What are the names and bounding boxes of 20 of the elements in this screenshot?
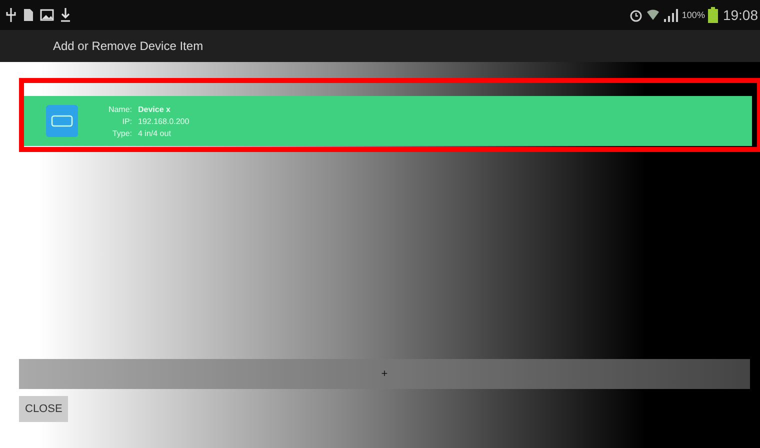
clock-time: 19:08 [722,7,758,23]
wifi-icon [646,8,660,22]
field-label: IP: [121,116,132,126]
signal-icon [662,8,679,22]
download-icon [60,8,71,22]
field-label: Name: [107,104,132,114]
battery-percent: 100% [682,10,705,20]
field-value: 192.168.0.200 [138,116,190,126]
field-value: 4 in/4 out [138,128,171,138]
close-button[interactable]: CLOSE [19,396,68,422]
field-value: Device x [138,104,170,114]
sd-card-icon [22,8,34,22]
image-icon [40,9,54,21]
dialog-title: Add or Remove Device Item [53,39,204,53]
battery-icon [708,7,718,23]
add-button[interactable]: + [19,359,750,389]
device-icon [46,105,78,137]
field-label: Type: [111,128,132,138]
usb-icon [6,8,16,22]
alarm-clock-icon [628,8,643,22]
